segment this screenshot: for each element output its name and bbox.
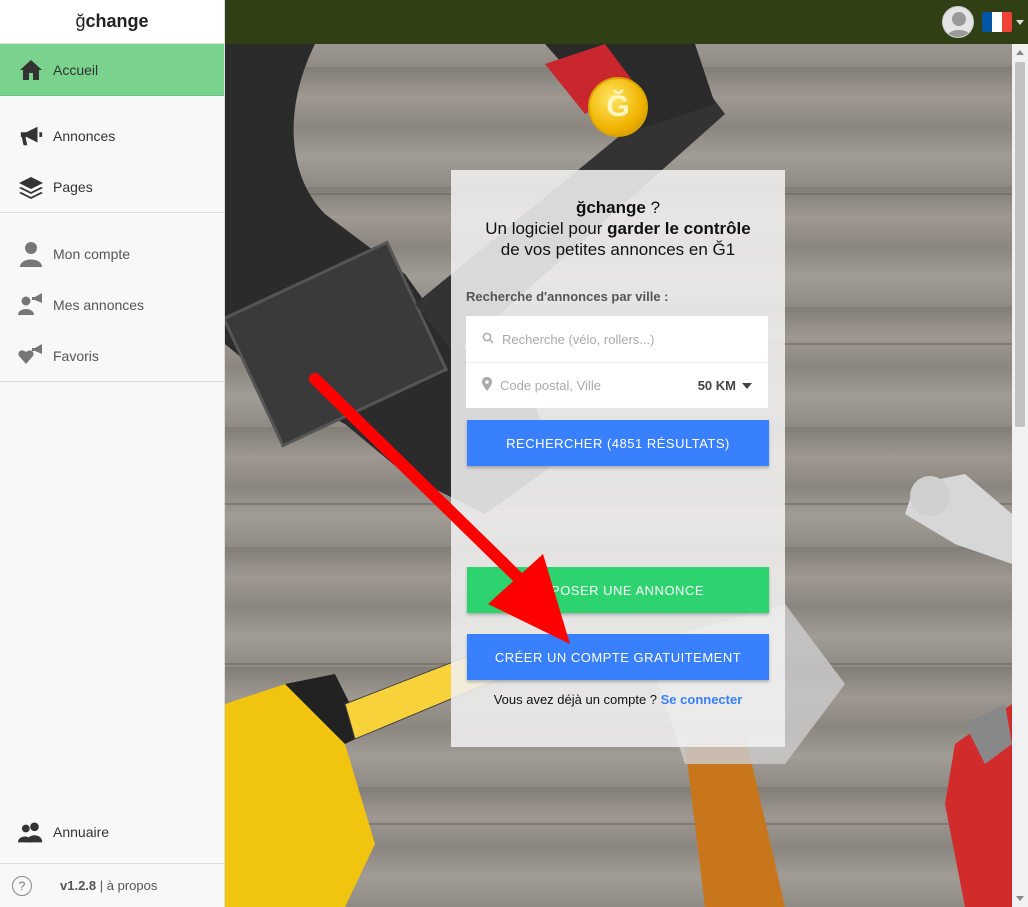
sidebar-item-label: Pages <box>53 178 93 195</box>
hero-background: Ğ ğchange ? Un logiciel pour garder le c… <box>225 44 1012 907</box>
sidebar-item-my-account[interactable]: Mon compte <box>0 228 224 279</box>
sidebar-item-label: Mes annonces <box>53 296 145 313</box>
layers-icon <box>18 174 44 200</box>
people-icon <box>18 819 44 845</box>
logo-prefix: ğ <box>75 11 86 31</box>
home-icon <box>18 57 44 83</box>
about-link[interactable]: | à propos <box>100 878 158 893</box>
heart-megaphone-icon <box>18 343 44 369</box>
logo-suffix: change <box>85 11 149 31</box>
megaphone-icon <box>18 123 44 149</box>
sidebar-item-label: Annonces <box>53 127 116 144</box>
sidebar-item-my-ads[interactable]: Mes annonces <box>0 279 224 330</box>
sidebar-item-favorites[interactable]: Favoris <box>0 330 224 381</box>
sidebar-item-label: Favoris <box>53 347 99 364</box>
page-scrollbar[interactable] <box>1012 44 1028 907</box>
scroll-up-icon[interactable] <box>1016 50 1024 55</box>
sidebar-item-label: Annuaire <box>53 823 110 840</box>
version-bar: ? v1.2.8 | à propos <box>0 863 224 907</box>
sidebar: ğ change Accueil Annonces Pages Mon compt… <box>0 0 225 907</box>
sidebar-item-label: Mon compte <box>53 245 131 262</box>
app-logo[interactable]: ğ change <box>0 0 224 44</box>
annotation-arrow-icon <box>309 373 570 644</box>
user-avatar-icon[interactable] <box>942 6 974 38</box>
scroll-thumb[interactable] <box>1015 62 1025 427</box>
scroll-down-icon[interactable] <box>1016 896 1024 901</box>
person-megaphone-icon <box>18 292 44 318</box>
top-bar <box>225 0 1028 44</box>
sidebar-item-directory[interactable]: Annuaire <box>0 806 224 857</box>
help-icon[interactable]: ? <box>12 875 32 896</box>
sidebar-item-home[interactable]: Accueil <box>0 44 224 96</box>
language-caret-icon[interactable] <box>1016 20 1024 25</box>
french-flag-icon[interactable] <box>982 12 1012 32</box>
version-number: v1.2.8 <box>60 878 97 893</box>
person-icon <box>18 241 44 267</box>
sidebar-item-pages[interactable]: Pages <box>0 161 224 212</box>
sidebar-item-ads[interactable]: Annonces <box>0 110 224 161</box>
sidebar-item-label: Accueil <box>53 61 99 78</box>
